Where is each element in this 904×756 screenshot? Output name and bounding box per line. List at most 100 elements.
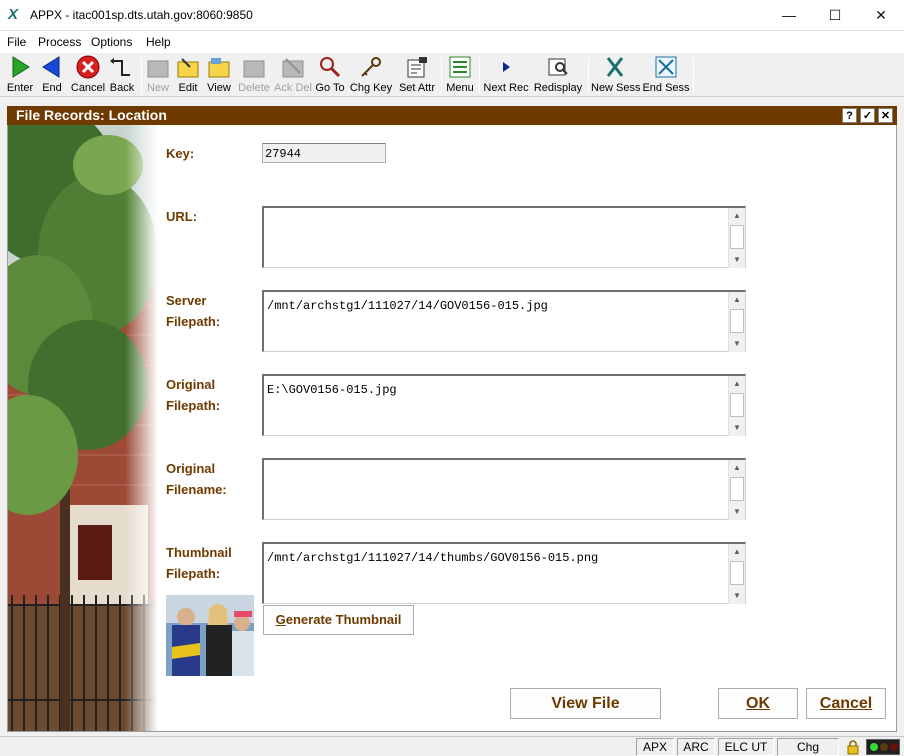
scroll-thumb[interactable] (730, 477, 744, 501)
delete-button[interactable]: Delete (236, 55, 272, 95)
scroll-down-icon[interactable]: ▼ (729, 504, 745, 520)
thumbnail-filepath-value: /mnt/archstg1/111027/14/thumbs/GOV0156-0… (267, 551, 599, 565)
cancel-label: Cancel (819, 695, 873, 712)
delete-icon (243, 60, 265, 78)
scroll-down-icon[interactable]: ▼ (729, 420, 745, 436)
form-title: File Records: Location (16, 107, 167, 123)
original-filepath-field[interactable]: E:\GOV0156-015.jpg ▲ ▼ (262, 374, 746, 436)
generate-thumbnail-mnemonic: G (275, 612, 286, 627)
server-filepath-label-line2: Filepath: (166, 314, 221, 329)
menu-bar: File Process Options Help (0, 32, 904, 52)
change-key-button[interactable]: Chg Key (349, 55, 393, 95)
cancel-button[interactable]: Cancel (806, 688, 886, 719)
menu-help[interactable]: Help (146, 35, 171, 49)
menu-options[interactable]: Options (91, 35, 132, 49)
back-arrow-icon (110, 58, 130, 76)
back-button[interactable]: Back (108, 55, 136, 95)
new-button[interactable]: New (144, 55, 172, 95)
edit-folder-icon (177, 58, 199, 78)
appx-x-icon: X (8, 6, 19, 23)
set-attributes-button[interactable]: Set Attr (396, 55, 438, 95)
key-icon (361, 57, 381, 77)
campus-photo-image (8, 125, 158, 731)
scroll-up-icon[interactable]: ▲ (729, 544, 745, 560)
thumbnail-filepath-scrollbar[interactable]: ▲ ▼ (728, 544, 745, 604)
generate-thumbnail-button[interactable]: Generate Thumbnail (263, 605, 414, 635)
window-titlebar: X APPX - itac001sp.dts.utah.gov:8060:985… (0, 0, 904, 31)
status-elc: ELC UT (718, 738, 774, 756)
server-filepath-label-line1: Server (166, 293, 207, 308)
view-file-button[interactable]: View File (510, 688, 661, 719)
thumbnail-filepath-field[interactable]: /mnt/archstg1/111027/14/thumbs/GOV0156-0… (262, 542, 746, 604)
enter-button[interactable]: Enter (4, 55, 36, 95)
view-button[interactable]: View (204, 55, 234, 95)
new-session-button[interactable]: New Sess (591, 55, 641, 95)
url-scrollbar[interactable]: ▲ ▼ (728, 208, 745, 268)
ok-label: OK (746, 695, 770, 712)
scroll-down-icon[interactable]: ▼ (729, 588, 745, 604)
scroll-up-icon[interactable]: ▲ (729, 208, 745, 224)
ack-delete-button[interactable]: Ack Del (274, 55, 312, 95)
server-filepath-scrollbar[interactable]: ▲ ▼ (728, 292, 745, 352)
new-session-icon (606, 57, 624, 77)
scroll-down-icon[interactable]: ▼ (729, 336, 745, 352)
close-window-button[interactable]: ✕ (858, 0, 904, 31)
end-session-button[interactable]: End Sess (642, 55, 690, 95)
scroll-thumb[interactable] (730, 561, 744, 585)
scroll-up-icon[interactable]: ▲ (729, 460, 745, 476)
status-bar: APX ARC ELC UT Chg (0, 736, 904, 756)
thumbnail-preview-image (166, 595, 254, 676)
original-filename-label-line2: Filename: (166, 482, 227, 497)
ok-button[interactable]: OK (718, 688, 798, 719)
thumbnail-filepath-label-line1: Thumbnail (166, 545, 232, 560)
scroll-up-icon[interactable]: ▲ (729, 292, 745, 308)
cancel-toolbar-button[interactable]: Cancel (70, 55, 106, 95)
goto-button[interactable]: Go To (314, 55, 346, 95)
status-apx: APX (636, 738, 674, 756)
lock-icon (847, 740, 859, 755)
ack-delete-icon (282, 58, 304, 78)
view-folder-icon (208, 58, 230, 78)
status-chg: Chg (777, 738, 839, 756)
original-filename-field[interactable]: ▲ ▼ (262, 458, 746, 520)
window-title: APPX - itac001sp.dts.utah.gov:8060:9850 (30, 8, 253, 22)
minimize-button[interactable]: — (766, 0, 812, 31)
menu-button[interactable]: Menu (444, 55, 476, 95)
form-header: File Records: Location ? ✓ ✕ (7, 106, 897, 125)
form-close-button[interactable]: ✕ (878, 108, 893, 123)
original-filepath-value: E:\GOV0156-015.jpg (267, 383, 397, 397)
toolbar: Enter End Cancel Back New Edit View Dele… (0, 53, 904, 97)
scroll-thumb[interactable] (730, 393, 744, 417)
original-filename-label-line1: Original (166, 461, 216, 476)
original-filename-scrollbar[interactable]: ▲ ▼ (728, 460, 745, 520)
next-record-button[interactable]: Next Rec (482, 55, 530, 95)
redisplay-button[interactable]: Redisplay (532, 55, 584, 95)
set-attributes-icon (407, 57, 427, 78)
form-body: Key: 27944 URL: ▲ ▼ Server Filepath: /mn… (7, 125, 897, 732)
original-filepath-scrollbar[interactable]: ▲ ▼ (728, 376, 745, 436)
generate-thumbnail-label: enerate Thumbnail (285, 612, 402, 627)
menu-process[interactable]: Process (38, 35, 81, 49)
edit-button[interactable]: Edit (174, 55, 202, 95)
scroll-up-icon[interactable]: ▲ (729, 376, 745, 392)
end-session-icon (655, 56, 677, 78)
server-filepath-field[interactable]: /mnt/archstg1/111027/14/GOV0156-015.jpg … (262, 290, 746, 352)
key-field[interactable]: 27944 (262, 143, 386, 163)
original-filepath-label-line2: Filepath: (166, 398, 221, 413)
confirm-button[interactable]: ✓ (860, 108, 875, 123)
key-label: Key: (166, 146, 195, 161)
server-filepath-value: /mnt/archstg1/111027/14/GOV0156-015.jpg (267, 299, 548, 313)
help-button[interactable]: ? (842, 108, 857, 123)
end-button[interactable]: End (38, 55, 66, 95)
menu-file[interactable]: File (7, 35, 26, 49)
thumbnail-filepath-label-line2: Filepath: (166, 566, 221, 581)
scroll-thumb[interactable] (730, 225, 744, 249)
status-lights-icon (866, 739, 900, 755)
redisplay-icon (548, 58, 568, 76)
scroll-thumb[interactable] (730, 309, 744, 333)
enter-green-arrow-icon (12, 56, 30, 78)
cancel-red-x-icon (76, 55, 100, 79)
scroll-down-icon[interactable]: ▼ (729, 252, 745, 268)
maximize-button[interactable]: ☐ (812, 0, 858, 31)
url-field[interactable]: ▲ ▼ (262, 206, 746, 268)
